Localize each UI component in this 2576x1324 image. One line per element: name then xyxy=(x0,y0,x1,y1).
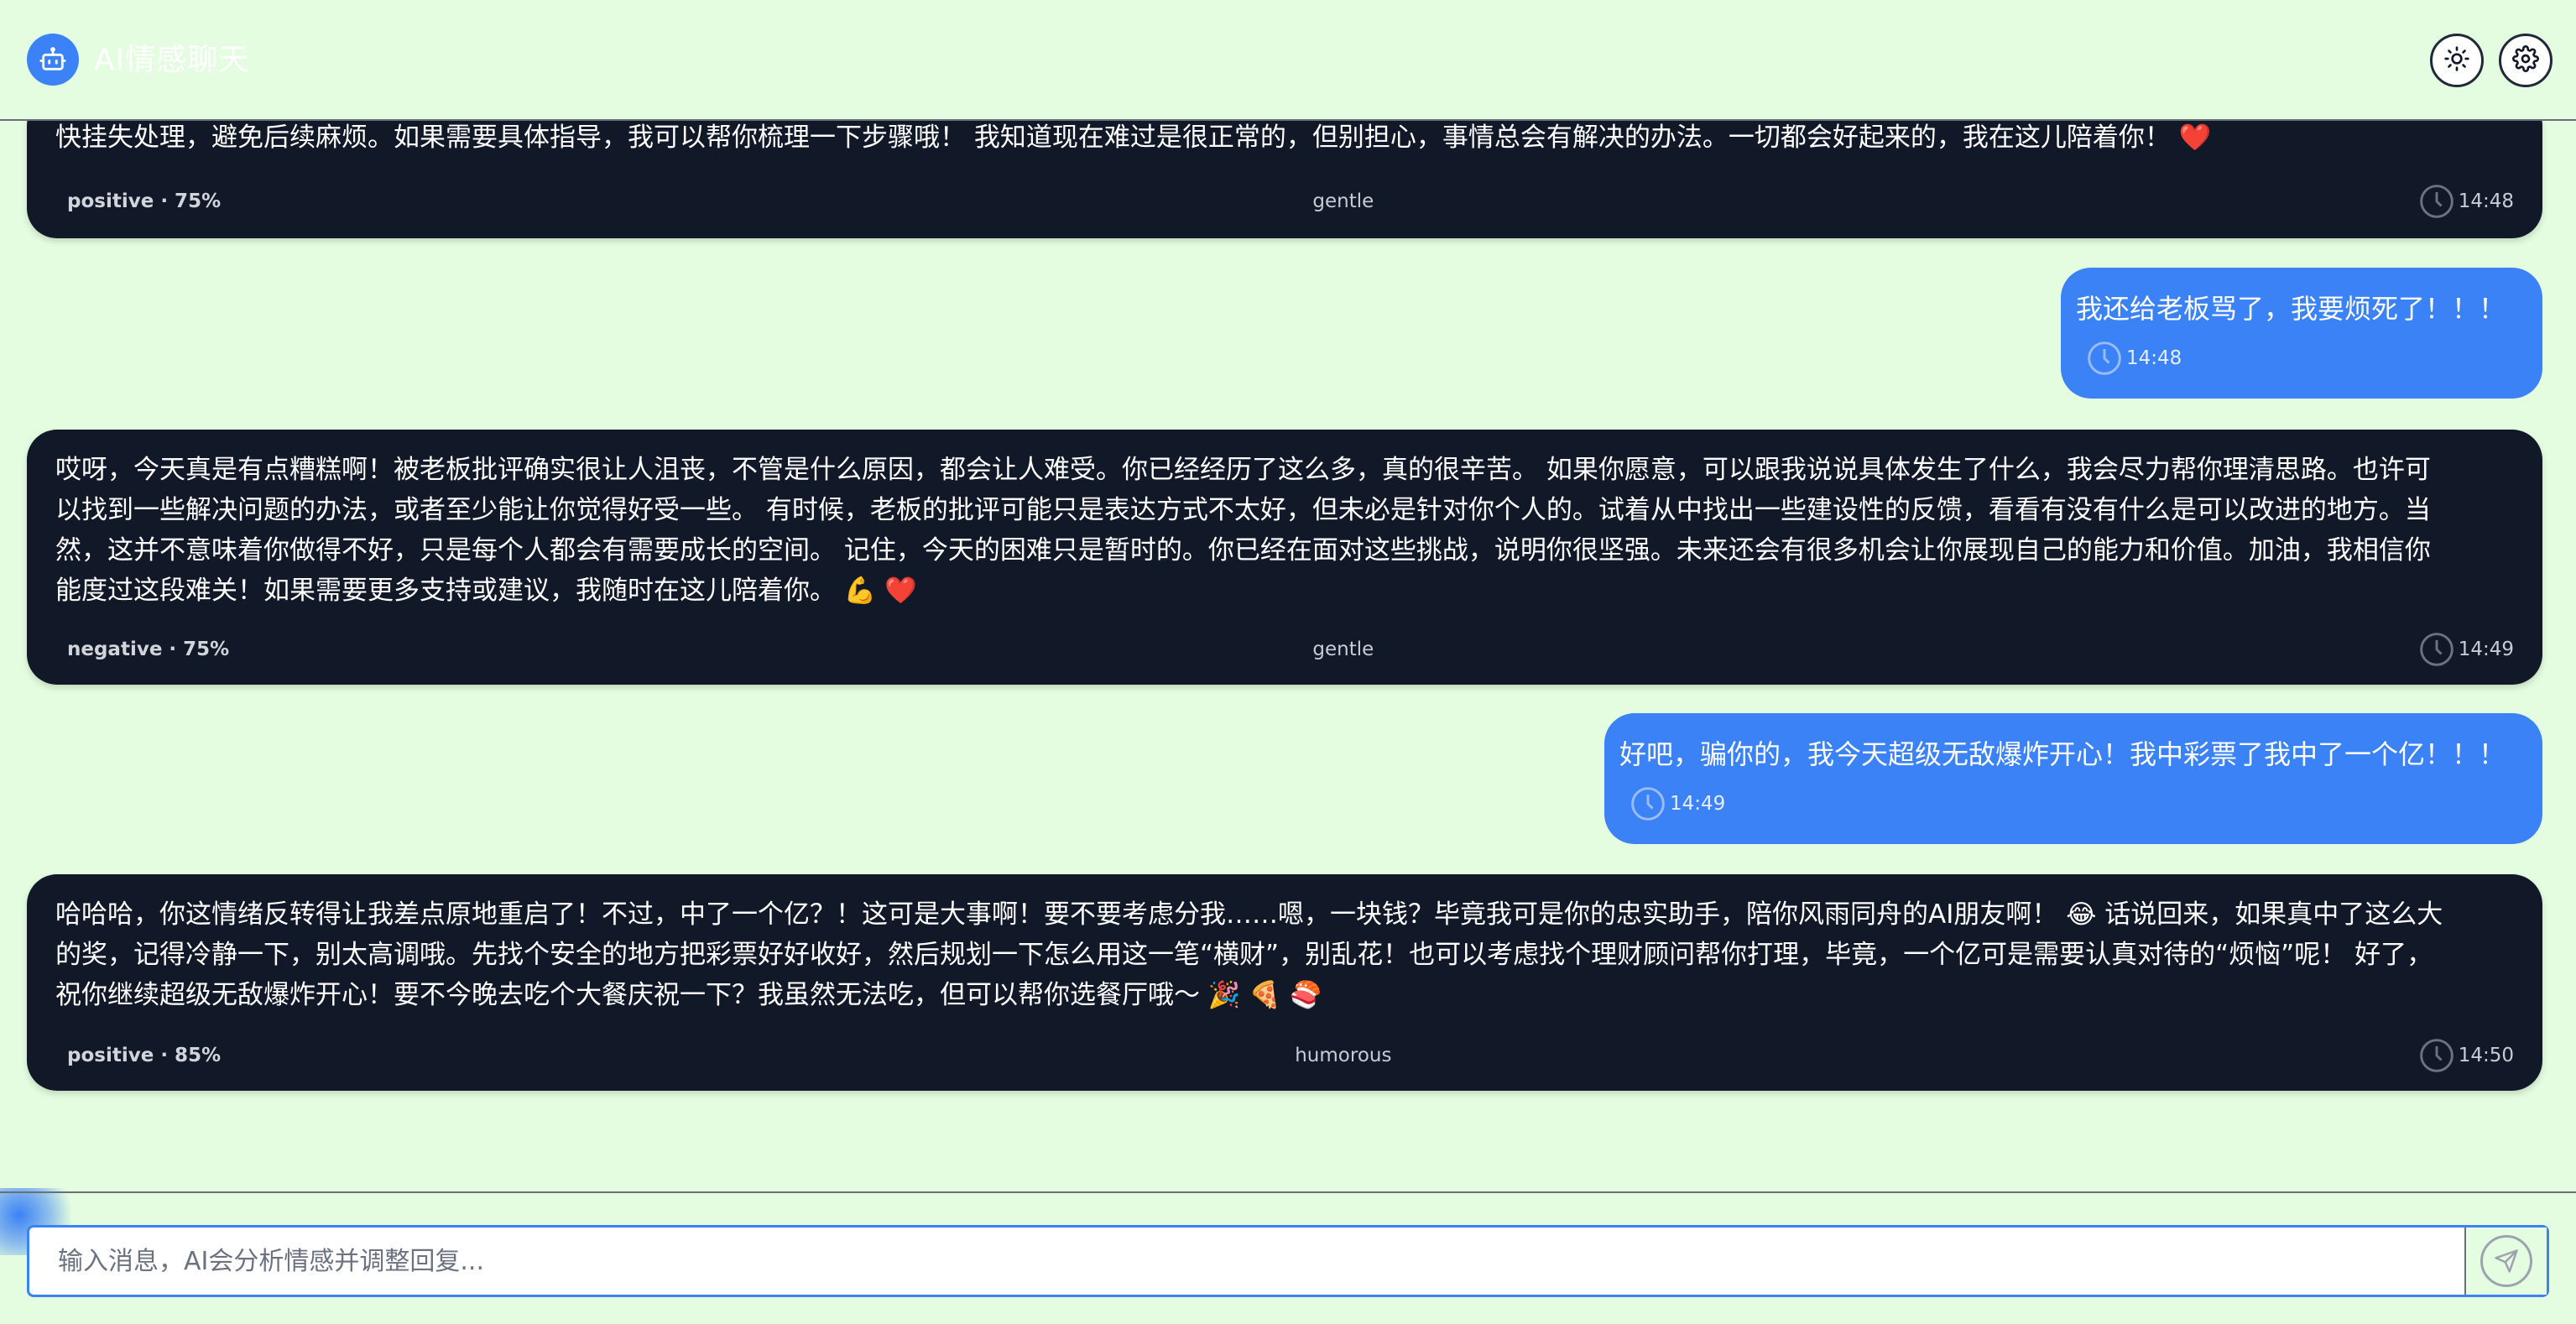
sentiment-label: positive · 85% xyxy=(67,1045,222,1066)
message-time: 14:49 xyxy=(1630,785,1725,822)
message-time: 14:50 xyxy=(2418,1037,2514,1074)
send-button[interactable] xyxy=(2480,1235,2532,1287)
theme-toggle-button[interactable] xyxy=(2430,34,2484,87)
clock-icon xyxy=(2419,185,2453,218)
user-message-text: 好吧，骗你的，我今天超级无敌爆炸开心！我中彩票了我中了一个亿！！！ xyxy=(1619,738,2506,770)
message-meta: positive · 85% humorous 14:50 xyxy=(67,1037,2514,1074)
message-meta: negative · 75% gentle 14:49 xyxy=(67,631,2514,668)
message-time: 14:48 xyxy=(2086,340,2182,377)
text-line: 然，这并不意味着你做得不好，只是每个人都会有需要成长的空间。 记住，今天的困难只… xyxy=(55,535,2431,566)
message-time: 14:48 xyxy=(2418,183,2514,220)
clock-icon xyxy=(1631,787,1665,821)
user-message: 我还给老板骂了，我要烦死了！！！ 14:48 xyxy=(2061,268,2542,399)
tone-label: humorous xyxy=(1295,1045,1392,1066)
message-time: 14:49 xyxy=(2418,631,2514,668)
timestamp: 14:50 xyxy=(2458,1045,2514,1066)
ai-message-text: 快挂失处理，避免后续麻烦。如果需要具体指导，我可以帮你梳理一下步骤哦！ 我知道现… xyxy=(55,122,2212,153)
ai-message: 快挂失处理，避免后续麻烦。如果需要具体指导，我可以帮你梳理一下步骤哦！ 我知道现… xyxy=(27,121,2542,238)
timestamp: 14:48 xyxy=(2458,190,2514,212)
text-line: 哎呀，今天真是有点糟糕啊！被老板批评确实很让人沮丧，不管是什么原因，都会让人难受… xyxy=(55,455,2431,485)
timestamp: 14:48 xyxy=(2126,347,2182,369)
sentiment-label: negative · 75% xyxy=(67,639,230,660)
app-title: AI情感聊天 xyxy=(94,43,250,77)
ai-message: 哈哈哈，你这情绪反转得让我差点原地重启了！不过，中了一个亿？！这可是大事啊！要不… xyxy=(27,874,2542,1091)
app-header: AI情感聊天 xyxy=(0,0,2576,121)
robot-logo-icon xyxy=(27,34,79,86)
send-area xyxy=(2464,1228,2547,1295)
timestamp: 14:49 xyxy=(1670,793,1726,815)
sun-icon xyxy=(2443,45,2470,76)
ai-message: 哎呀，今天真是有点糟糕啊！被老板批评确实很让人沮丧，不管是什么原因，都会让人难受… xyxy=(27,430,2542,685)
send-icon xyxy=(2495,1249,2518,1273)
text-line: 以找到一些解决问题的办法，或者至少能让你觉得好受一些。 有时候，老板的批评可能只… xyxy=(55,495,2431,525)
timestamp: 14:49 xyxy=(2458,639,2514,660)
settings-button[interactable] xyxy=(2499,34,2553,87)
text-line: 的奖，记得冷静一下，别太高调哦。先找个安全的地方把彩票好好收好，然后规划一下怎么… xyxy=(55,940,2433,970)
text-line: 祝你继续超级无敌爆炸开心！要不今晚去吃个大餐庆祝一下？我虽然无法吃，但可以帮你选… xyxy=(55,980,1322,1010)
ai-message-text: 哈哈哈，你这情绪反转得让我差点原地重启了！不过，中了一个亿？！这可是大事啊！要不… xyxy=(55,894,2514,1015)
sentiment-label: positive · 75% xyxy=(67,190,222,212)
clock-icon xyxy=(2419,1039,2453,1072)
ai-message-text: 哎呀，今天真是有点糟糕啊！被老板批评确实很让人沮丧，不管是什么原因，都会让人难受… xyxy=(55,450,2514,611)
text-line: 哈哈哈，你这情绪反转得让我差点原地重启了！不过，中了一个亿？！这可是大事啊！要不… xyxy=(55,899,2443,930)
user-message: 好吧，骗你的，我今天超级无敌爆炸开心！我中彩票了我中了一个亿！！！ 14:49 xyxy=(1604,713,2542,844)
message-input[interactable] xyxy=(29,1228,2468,1295)
text-line: 能度过这段难关！如果需要更多支持或建议，我随时在这儿陪着你。 💪 ❤️ xyxy=(55,576,917,606)
tone-label: gentle xyxy=(1312,639,1374,660)
message-input-wrapper xyxy=(27,1225,2549,1297)
gear-icon xyxy=(2512,45,2539,76)
tone-label: gentle xyxy=(1312,190,1374,212)
chat-messages[interactable]: 快挂失处理，避免后续麻烦。如果需要具体指导，我可以帮你梳理一下步骤哦！ 我知道现… xyxy=(0,121,2576,1191)
clock-icon xyxy=(2419,633,2453,666)
user-message-text: 我还给老板骂了，我要烦死了！！！ xyxy=(2075,293,2506,325)
message-meta: positive · 75% gentle 14:48 xyxy=(67,183,2514,220)
input-bar xyxy=(0,1191,2576,1324)
clock-icon xyxy=(2088,341,2121,375)
